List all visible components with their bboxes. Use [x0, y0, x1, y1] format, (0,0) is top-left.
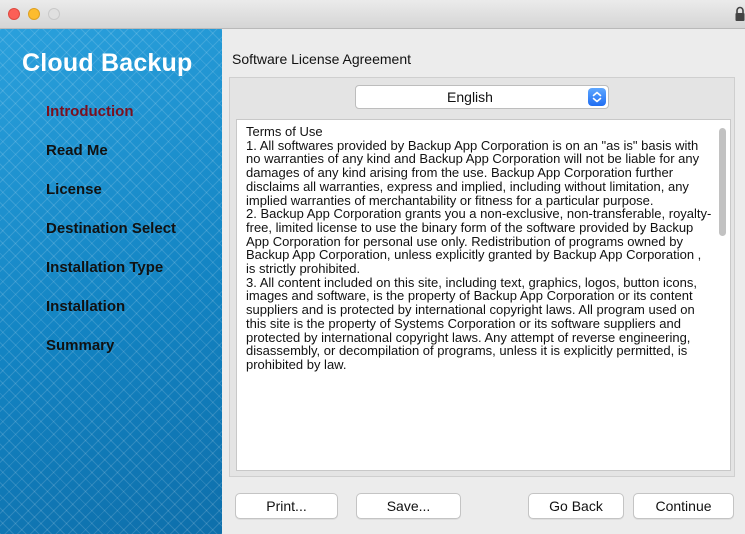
step-read-me: Read Me — [46, 142, 108, 159]
license-paragraph: 2. Backup App Corporation grants you a n… — [246, 206, 712, 277]
language-select-value: English — [447, 89, 493, 105]
close-window-button[interactable] — [8, 8, 20, 20]
print-button[interactable]: Print... — [235, 493, 338, 519]
window-title-bar — [0, 0, 745, 29]
license-text: Terms of Use 1. All softwares provided b… — [246, 125, 714, 372]
save-button[interactable]: Save... — [356, 493, 461, 519]
step-license: License — [46, 181, 102, 198]
installer-sidebar: Cloud Backup Introduction Read Me Licens… — [0, 29, 222, 534]
brand-title: Cloud Backup — [22, 49, 193, 77]
license-text-area[interactable]: Terms of Use 1. All softwares provided b… — [236, 119, 731, 471]
license-paragraph: Terms of Use — [246, 124, 323, 139]
zoom-window-button — [48, 8, 60, 20]
page-title: Software License Agreement — [232, 51, 411, 67]
license-paragraph: 1. All softwares provided by Backup App … — [246, 137, 700, 208]
step-summary: Summary — [46, 337, 115, 354]
step-installation: Installation — [46, 298, 126, 315]
updown-stepper-icon — [588, 88, 606, 106]
step-destination-select: Destination Select — [46, 220, 177, 237]
continue-button[interactable]: Continue — [633, 493, 734, 519]
step-installation-type: Installation Type — [46, 259, 164, 276]
license-scrollbar[interactable] — [719, 128, 726, 236]
license-paragraph: 3. All content included on this site, in… — [246, 274, 697, 372]
lock-icon — [735, 6, 745, 21]
language-select[interactable]: English — [355, 85, 609, 109]
minimize-window-button[interactable] — [28, 8, 40, 20]
go-back-button[interactable]: Go Back — [528, 493, 624, 519]
installer-steps: Introduction Read Me License Destination… — [46, 102, 176, 375]
step-introduction: Introduction — [46, 103, 134, 120]
